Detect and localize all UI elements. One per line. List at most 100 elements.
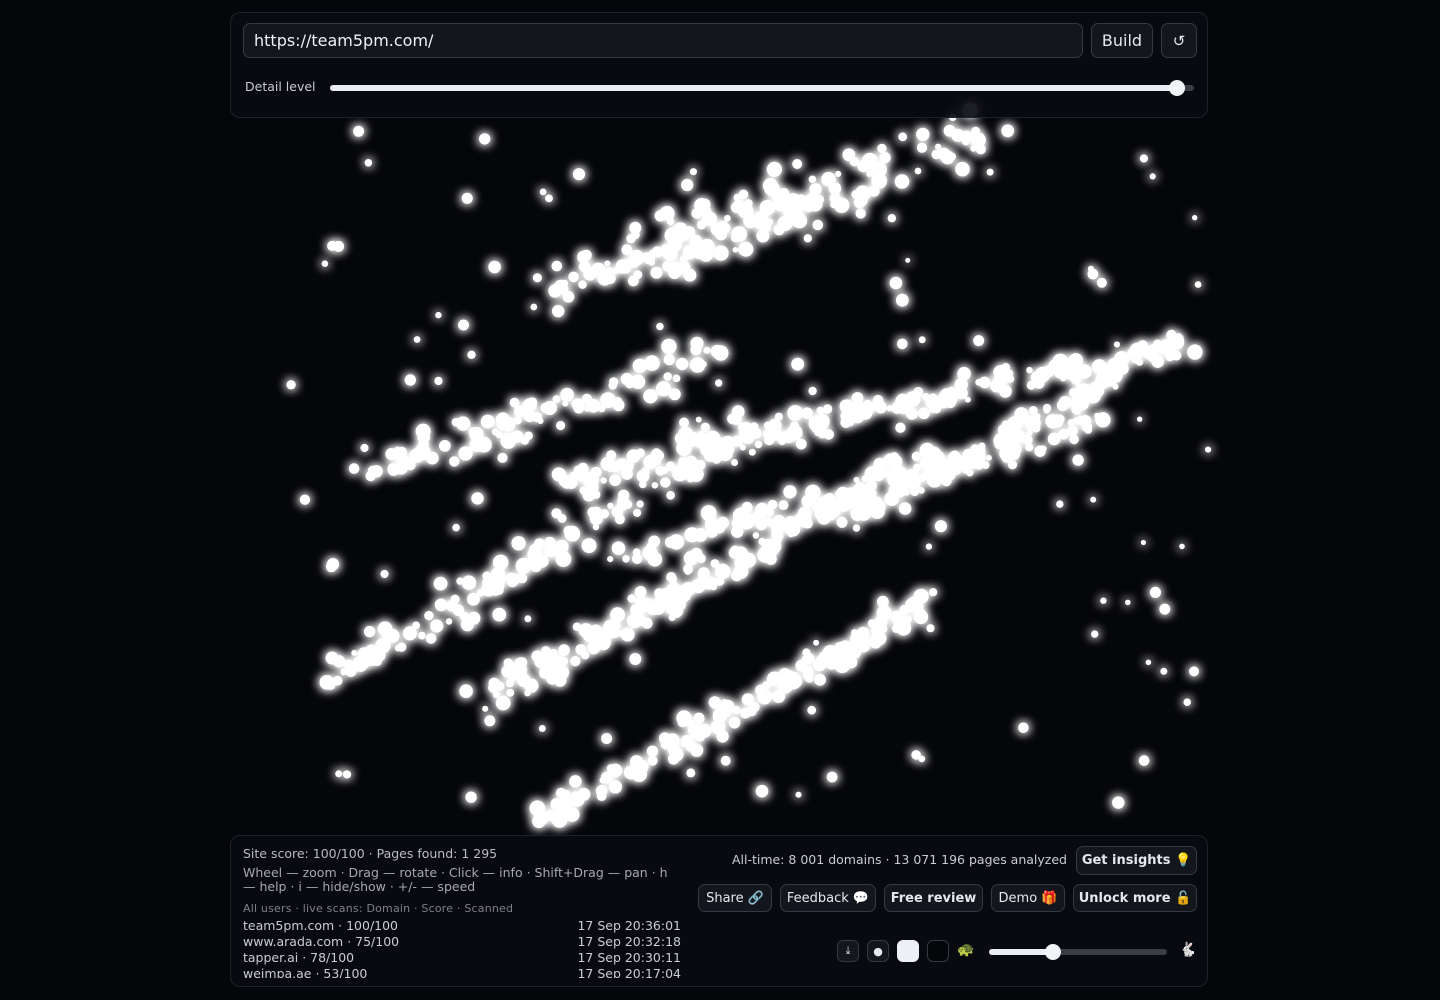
graph-node xyxy=(1160,667,1168,675)
graph-nodes[interactable] xyxy=(286,103,1212,829)
graph-node xyxy=(450,604,459,613)
unlock-more-button[interactable]: Unlock more 🔓 xyxy=(1073,884,1197,912)
download-icon[interactable]: ⤓ xyxy=(837,940,859,962)
share-button[interactable]: Share 🔗 xyxy=(698,884,772,912)
graph-node xyxy=(704,511,715,521)
graph-node xyxy=(663,372,672,381)
graph-node xyxy=(685,740,697,752)
graph-node xyxy=(530,303,538,311)
graph-node xyxy=(650,266,663,279)
list-item[interactable]: tapper.ai · 78/100 17 Sep 20:30:11 xyxy=(243,950,681,966)
detail-level-slider[interactable] xyxy=(330,80,1194,96)
graph-node xyxy=(654,588,665,599)
graph-node xyxy=(636,500,644,508)
detail-level-thumb[interactable] xyxy=(1168,80,1185,96)
graph-node xyxy=(833,189,840,197)
graph-node xyxy=(733,193,741,202)
graph-node xyxy=(1112,796,1125,809)
rabbit-icon: 🐇 xyxy=(1179,942,1197,958)
graph-node xyxy=(740,707,751,719)
site-score-summary: Site score: 100/100 · Pages found: 1 295 xyxy=(243,846,498,861)
help-text: Wheel — zoom · Drag — rotate · Click — i… xyxy=(243,865,668,894)
graph-node xyxy=(607,502,614,509)
graph-node xyxy=(394,460,408,475)
graph-node xyxy=(599,509,609,519)
white-theme-swatch[interactable] xyxy=(897,940,919,962)
graph-node xyxy=(655,465,666,476)
graph-node xyxy=(568,271,579,283)
graph-node xyxy=(445,618,453,625)
graph-node xyxy=(1096,277,1107,288)
graph-node xyxy=(482,705,489,712)
graph-node xyxy=(962,138,970,146)
graph-node xyxy=(461,192,473,204)
graph-node xyxy=(488,260,501,274)
graph-node xyxy=(713,245,729,261)
feedback-button[interactable]: Feedback 💬 xyxy=(780,884,876,912)
graph-node xyxy=(891,489,900,497)
graph-node xyxy=(679,417,689,428)
list-item[interactable]: www.arada.com · 75/100 17 Sep 20:32:18 xyxy=(243,934,681,950)
graph-node xyxy=(627,594,636,603)
graph-node xyxy=(1087,268,1099,280)
scan-domain: www.arada.com · 75/100 xyxy=(243,934,400,949)
graph-node xyxy=(639,480,647,489)
graph-node xyxy=(720,699,735,714)
graph-node xyxy=(821,503,829,511)
list-item[interactable]: team5pm.com · 100/100 17 Sep 20:36:01 xyxy=(243,918,681,934)
graph-node xyxy=(578,791,587,801)
graph-node xyxy=(792,159,803,169)
graph-node xyxy=(688,724,703,739)
graph-node xyxy=(555,551,572,567)
graph-node xyxy=(575,468,589,482)
graph-node xyxy=(724,214,731,222)
graph-node xyxy=(748,448,756,456)
graph-node xyxy=(479,133,491,145)
graph-node xyxy=(856,490,863,497)
black-theme-swatch[interactable] xyxy=(927,940,949,962)
graph-node xyxy=(584,405,591,412)
graph-node xyxy=(691,578,706,594)
speed-slider[interactable] xyxy=(989,944,1167,960)
build-button[interactable]: Build xyxy=(1091,23,1153,58)
graph-node xyxy=(348,463,360,474)
graph-node xyxy=(561,279,569,287)
graph-node xyxy=(975,378,983,386)
get-insights-button[interactable]: Get insights 💡 xyxy=(1076,846,1197,875)
speed-fill xyxy=(989,949,1054,955)
free-review-button[interactable]: Free review xyxy=(884,884,983,912)
graph-node xyxy=(912,601,924,613)
graph-node xyxy=(659,383,671,395)
list-item[interactable]: weimpa.ae · 53/100 17 Sep 20:17:04 xyxy=(243,966,681,978)
graph-node xyxy=(418,631,426,640)
graph-node xyxy=(662,261,673,272)
graph-node xyxy=(915,476,923,484)
graph-node xyxy=(380,569,389,579)
graph-node xyxy=(881,469,890,478)
graph-node xyxy=(877,143,887,154)
graph-node xyxy=(732,435,744,447)
graph-node xyxy=(926,624,935,633)
graph-node xyxy=(911,451,922,462)
graph-node xyxy=(715,379,723,387)
reload-icon[interactable]: ↺ xyxy=(1161,23,1197,58)
graph-node xyxy=(562,400,569,407)
graph-node xyxy=(904,615,912,623)
graph-node xyxy=(471,492,484,505)
graph-node xyxy=(626,233,636,244)
graph-node xyxy=(755,784,769,798)
graph-node xyxy=(660,477,671,488)
url-input[interactable] xyxy=(243,23,1083,58)
demo-button[interactable]: Demo 🎁 xyxy=(991,884,1065,912)
graph-node xyxy=(434,598,448,612)
graph-node xyxy=(666,490,675,500)
graph-node xyxy=(495,412,510,427)
graph-node xyxy=(551,508,562,519)
graph-node xyxy=(851,629,858,636)
stats-panel: Site score: 100/100 · Pages found: 1 295… xyxy=(230,835,1208,987)
graph-node xyxy=(964,396,971,403)
point-style-icon[interactable]: ● xyxy=(867,940,889,962)
speed-thumb[interactable] xyxy=(1045,944,1062,960)
graph-node xyxy=(648,535,661,548)
graph-node xyxy=(1072,454,1084,466)
